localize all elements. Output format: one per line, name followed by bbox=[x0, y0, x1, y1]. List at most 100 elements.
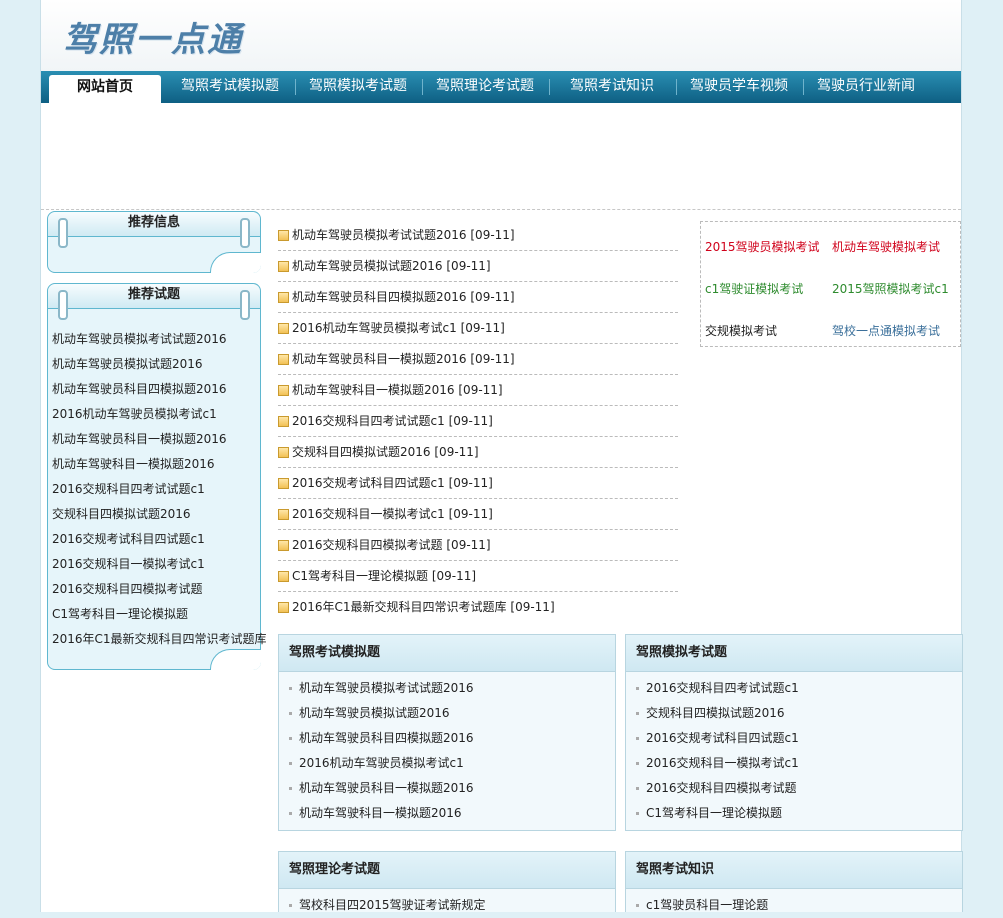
article-date: [09-11] bbox=[460, 321, 505, 335]
bullet-dot-icon bbox=[289, 712, 292, 715]
sidebar-link[interactable]: 机动车驾驶员模拟考试试题2016 bbox=[52, 327, 260, 352]
sidebar-link[interactable]: 机动车驾驶员科目四模拟题2016 bbox=[52, 377, 260, 402]
panel-link-text: 2016机动车驾驶员模拟考试c1 bbox=[299, 756, 464, 770]
article-date: [09-11] bbox=[448, 476, 493, 490]
panel-link[interactable]: 机动车驾驶员模拟考试试题2016 bbox=[289, 676, 615, 701]
panel-link[interactable]: 驾校科目四2015驾驶证考试新规定 bbox=[289, 893, 615, 918]
nav-driving-video[interactable]: 驾驶员学车视频 bbox=[678, 71, 800, 103]
panel-link-text: 交规科目四模拟试题2016 bbox=[646, 706, 785, 720]
article-title: 2016年C1最新交规科目四常识考试题库 bbox=[292, 600, 507, 614]
panel-link[interactable]: 2016交规科目四考试试题c1 bbox=[636, 676, 962, 701]
binder-ring-icon bbox=[240, 290, 250, 320]
hot-link[interactable]: 2015驾驶员模拟考试 bbox=[705, 238, 820, 255]
panel-link-text: 机动车驾驶科目一模拟题2016 bbox=[299, 806, 462, 820]
sidebar-link[interactable]: 机动车驾驶科目一模拟题2016 bbox=[52, 452, 260, 477]
bullet-square-icon bbox=[278, 385, 289, 396]
article-title: 机动车驾驶科目一模拟题2016 bbox=[292, 383, 455, 397]
hot-link[interactable]: 机动车驾驶模拟考试 bbox=[832, 238, 940, 255]
bullet-dot-icon bbox=[636, 737, 639, 740]
nav-separator bbox=[295, 79, 296, 95]
nav-industry-news[interactable]: 驾驶员行业新闻 bbox=[805, 71, 927, 103]
panel-link[interactable]: 机动车驾驶员模拟试题2016 bbox=[289, 701, 615, 726]
sidebar-link[interactable]: 机动车驾驶员模拟试题2016 bbox=[52, 352, 260, 377]
recommend-info-box: 推荐信息 bbox=[47, 211, 261, 273]
article-item[interactable]: 机动车驾驶员科目一模拟题2016 [09-11] bbox=[278, 344, 678, 375]
article-item[interactable]: 2016交规科目一模拟考试c1 [09-11] bbox=[278, 499, 678, 530]
panel-link[interactable]: 机动车驾驶科目一模拟题2016 bbox=[289, 801, 615, 826]
panel-title[interactable]: 驾照模拟考试题 bbox=[626, 635, 962, 672]
article-item[interactable]: 2016交规科目四考试试题c1 [09-11] bbox=[278, 406, 678, 437]
sidebar-link[interactable]: 交规科目四模拟试题2016 bbox=[52, 502, 260, 527]
panel-list: 驾校科目四2015驾驶证考试新规定 bbox=[279, 889, 615, 918]
nav-mock-exam[interactable]: 驾照模拟考试题 bbox=[297, 71, 419, 103]
nav-exam-knowledge[interactable]: 驾照考试知识 bbox=[551, 71, 673, 103]
sidebar-link[interactable]: 2016交规科目一模拟考试c1 bbox=[52, 552, 260, 577]
panel-link[interactable]: 2016交规科目一模拟考试c1 bbox=[636, 751, 962, 776]
article-title: 2016交规科目四模拟考试题 bbox=[292, 538, 443, 552]
main-nav: 网站首页 驾照考试模拟题 驾照模拟考试题 驾照理论考试题 驾照考试知识 驾驶员学… bbox=[41, 71, 961, 103]
panel-title[interactable]: 驾照理论考试题 bbox=[279, 852, 615, 889]
panel-link[interactable]: 机动车驾驶员科目一模拟题2016 bbox=[289, 776, 615, 801]
sidebar-link[interactable]: 2016交规科目四考试试题c1 bbox=[52, 477, 260, 502]
nav-separator bbox=[422, 79, 423, 95]
site-logo[interactable]: 驾照一点通 bbox=[63, 12, 243, 61]
hot-link[interactable]: 交规模拟考试 bbox=[705, 322, 777, 339]
sidebar-link[interactable]: 机动车驾驶员科目一模拟题2016 bbox=[52, 427, 260, 452]
panel-exam-simulation: 驾照考试模拟题 机动车驾驶员模拟考试试题2016 机动车驾驶员模拟试题2016 … bbox=[278, 634, 616, 831]
article-item[interactable]: 2016机动车驾驶员模拟考试c1 [09-11] bbox=[278, 313, 678, 344]
panel-link[interactable]: 机动车驾驶员科目四模拟题2016 bbox=[289, 726, 615, 751]
panel-title[interactable]: 驾照考试模拟题 bbox=[279, 635, 615, 672]
page-curl-decoration bbox=[210, 252, 261, 273]
binder-ring-icon bbox=[240, 218, 250, 248]
article-title: 2016交规科目四考试试题c1 bbox=[292, 414, 445, 428]
bullet-dot-icon bbox=[289, 687, 292, 690]
nav-exam-simulation[interactable]: 驾照考试模拟题 bbox=[169, 71, 291, 103]
sidebar-link[interactable]: 2016交规科目四模拟考试题 bbox=[52, 577, 260, 602]
nav-theory-exam[interactable]: 驾照理论考试题 bbox=[424, 71, 546, 103]
article-item[interactable]: 机动车驾驶员模拟考试试题2016 [09-11] bbox=[278, 220, 678, 251]
panel-link[interactable]: C1驾考科目一理论模拟题 bbox=[636, 801, 962, 826]
hot-link[interactable]: c1驾驶证模拟考试 bbox=[705, 280, 803, 297]
panel-link[interactable]: 交规科目四模拟试题2016 bbox=[636, 701, 962, 726]
panel-theory-exam: 驾照理论考试题 驾校科目四2015驾驶证考试新规定 bbox=[278, 851, 616, 912]
bullet-square-icon bbox=[278, 571, 289, 582]
latest-articles-list: 机动车驾驶员模拟考试试题2016 [09-11] 机动车驾驶员模拟试题2016 … bbox=[278, 220, 678, 622]
site-header: 驾照一点通 bbox=[41, 0, 961, 71]
bullet-dot-icon bbox=[289, 762, 292, 765]
article-item[interactable]: C1驾考科目一理论模拟题 [09-11] bbox=[278, 561, 678, 592]
article-item[interactable]: 机动车驾驶员科目四模拟题2016 [09-11] bbox=[278, 282, 678, 313]
nav-separator bbox=[803, 79, 804, 95]
article-title: 2016交规科目一模拟考试c1 bbox=[292, 507, 445, 521]
article-date: [09-11] bbox=[446, 538, 491, 552]
divider bbox=[41, 209, 961, 210]
binder-ring-icon bbox=[58, 218, 68, 248]
panel-link[interactable]: 2016交规科目四模拟考试题 bbox=[636, 776, 962, 801]
sidebar-link[interactable]: 2016机动车驾驶员模拟考试c1 bbox=[52, 402, 260, 427]
panel-link-text: 2016交规考试科目四试题c1 bbox=[646, 731, 799, 745]
nav-home[interactable]: 网站首页 bbox=[49, 75, 161, 103]
bullet-dot-icon bbox=[636, 687, 639, 690]
article-item[interactable]: 机动车驾驶员模拟试题2016 [09-11] bbox=[278, 251, 678, 282]
bullet-square-icon bbox=[278, 261, 289, 272]
article-item[interactable]: 2016交规考试科目四试题c1 [09-11] bbox=[278, 468, 678, 499]
hot-link[interactable]: 驾校一点通模拟考试 bbox=[832, 322, 940, 339]
panel-title[interactable]: 驾照考试知识 bbox=[626, 852, 962, 889]
article-item[interactable]: 机动车驾驶科目一模拟题2016 [09-11] bbox=[278, 375, 678, 406]
article-title: 机动车驾驶员科目四模拟题2016 bbox=[292, 290, 467, 304]
article-date: [09-11] bbox=[434, 445, 479, 459]
bullet-square-icon bbox=[278, 354, 289, 365]
panel-link[interactable]: 2016交规考试科目四试题c1 bbox=[636, 726, 962, 751]
panel-link[interactable]: c1驾驶员科目一理论题 bbox=[636, 893, 962, 918]
sidebar-link[interactable]: C1驾考科目一理论模拟题 bbox=[52, 602, 260, 627]
article-item[interactable]: 交规科目四模拟试题2016 [09-11] bbox=[278, 437, 678, 468]
article-item[interactable]: 2016年C1最新交规科目四常识考试题库 [09-11] bbox=[278, 592, 678, 622]
panel-mock-exam: 驾照模拟考试题 2016交规科目四考试试题c1 交规科目四模拟试题2016 20… bbox=[625, 634, 963, 831]
panel-link[interactable]: 2016机动车驾驶员模拟考试c1 bbox=[289, 751, 615, 776]
article-item[interactable]: 2016交规科目四模拟考试题 [09-11] bbox=[278, 530, 678, 561]
hot-link[interactable]: 2015驾照模拟考试c1 bbox=[832, 280, 949, 297]
sidebar-link[interactable]: 2016交规考试科目四试题c1 bbox=[52, 527, 260, 552]
article-date: [09-11] bbox=[448, 414, 493, 428]
panel-link-text: 2016交规科目四考试试题c1 bbox=[646, 681, 799, 695]
nav-separator bbox=[676, 79, 677, 95]
article-title: 2016机动车驾驶员模拟考试c1 bbox=[292, 321, 457, 335]
